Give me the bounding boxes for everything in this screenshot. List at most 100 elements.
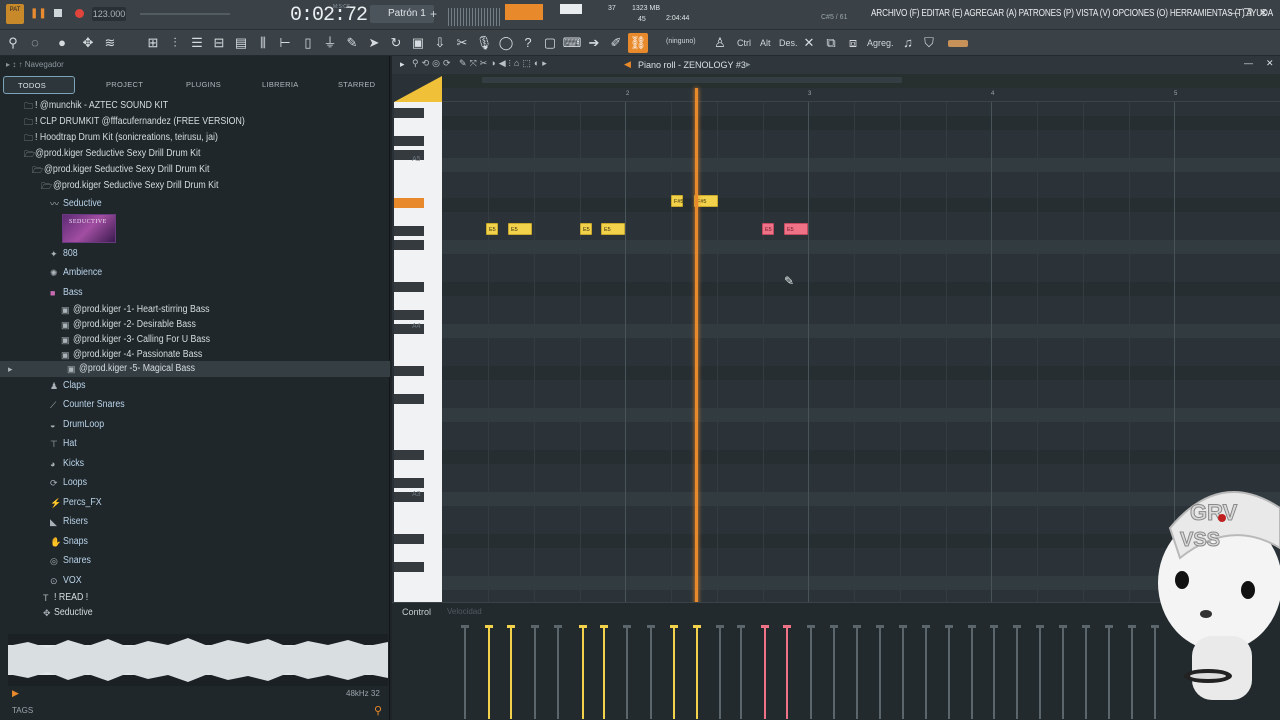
- pr-tools-icon[interactable]: ⚲⟲◎⟳ ✎⤧✂◑◀⫶⌂⬚◐▸: [412, 58, 550, 69]
- link-icon[interactable]: ⛓: [628, 33, 648, 53]
- tab-plugins[interactable]: PLUGINS: [172, 76, 232, 94]
- cart-icon[interactable]: ⛉: [919, 33, 939, 53]
- metronome-icon[interactable]: ♙: [710, 33, 730, 53]
- window-icon[interactable]: ▢: [540, 33, 560, 53]
- pr-arrow-icon[interactable]: ▸: [400, 59, 405, 70]
- next-icon[interactable]: ➔: [584, 33, 604, 53]
- note[interactable]: E5: [762, 223, 774, 235]
- timeline-ruler[interactable]: 2 3 4 5: [442, 88, 1280, 102]
- nav-arrows-icon[interactable]: ▸ ↕ ↑: [6, 60, 25, 69]
- folder-row[interactable]: 🗁 @prod.kiger Seductive Sexy Drill Drum K…: [0, 146, 390, 162]
- folder-row[interactable]: 🗀! @munchik - AZTEC SOUND KIT: [0, 98, 390, 114]
- alt-button[interactable]: Alt: [760, 38, 771, 48]
- folder-snares[interactable]: ◎ Snares: [0, 553, 390, 569]
- magnet-icon[interactable]: ⚲: [3, 33, 23, 53]
- piano-keyboard[interactable]: A5 A4 A3: [394, 102, 442, 650]
- refresh-icon[interactable]: ↻: [386, 33, 406, 53]
- sample-row-selected[interactable]: ▸ ▣ @prod.kiger -5- Magical Bass: [0, 361, 390, 377]
- pattern-selector[interactable]: Patrón 1: [370, 5, 434, 23]
- agreg-button[interactable]: Agreg.: [867, 38, 894, 48]
- piano-roll-icon[interactable]: ▤: [231, 33, 251, 53]
- mode-badge[interactable]: PAT: [6, 4, 24, 24]
- audio-icon[interactable]: ♫: [898, 33, 918, 53]
- tempo-display[interactable]: 123.000: [92, 7, 126, 21]
- note[interactable]: E5: [784, 223, 808, 235]
- velocity-bar[interactable]: [761, 625, 769, 719]
- cut-icon[interactable]: ✂: [452, 33, 472, 53]
- close-icon[interactable]: ✕: [1259, 8, 1267, 19]
- wave-icon[interactable]: ≋: [100, 33, 120, 53]
- save-icon[interactable]: ▣: [408, 33, 428, 53]
- note[interactable]: E5: [486, 223, 498, 235]
- preview-play-icon[interactable]: ▶: [12, 688, 19, 699]
- pr-close-icon[interactable]: ✕: [1266, 58, 1274, 69]
- brush-icon[interactable]: ✐: [606, 33, 626, 53]
- arrow-icon[interactable]: ➤: [364, 33, 384, 53]
- snap-label[interactable]: (ninguno): [666, 38, 696, 45]
- folder-seductive[interactable]: 〰 Seductive: [0, 196, 390, 212]
- folder-row[interactable]: 🗀! Hoodtrap Drum Kit (sonicreations, tei…: [0, 130, 390, 146]
- sample-waveform[interactable]: [8, 634, 388, 686]
- plugin-icon[interactable]: ⊞: [143, 33, 163, 53]
- velocity-bar[interactable]: [485, 625, 493, 719]
- sample-row[interactable]: ▣ @prod.kiger -3- Calling For U Bass: [0, 332, 390, 348]
- folder-row[interactable]: 🗁 @prod.kiger Seductive Sexy Drill Drum K…: [0, 178, 390, 194]
- tab-starred[interactable]: STARRED: [324, 76, 384, 94]
- tab-libreria[interactable]: LIBRERIA: [248, 76, 308, 94]
- time-display[interactable]: 0:02:72: [290, 4, 368, 27]
- folder-claps[interactable]: ♟ Claps: [0, 378, 390, 394]
- velocity-bar[interactable]: [783, 625, 791, 719]
- help-icon[interactable]: ?: [518, 33, 538, 53]
- browser-icon[interactable]: ⫼: [253, 33, 273, 53]
- folder-row[interactable]: 🗁 @prod.kiger Seductive Sexy Drill Drum K…: [0, 162, 390, 178]
- sample-row[interactable]: ▣ @prod.kiger -2- Desirable Bass: [0, 317, 390, 333]
- folder-loops[interactable]: ⟳ Loops: [0, 475, 390, 491]
- pr-menu-icon[interactable]: ▸: [746, 59, 751, 70]
- sample-row[interactable]: ▣ @prod.kiger -1- Heart-stirring Bass: [0, 302, 390, 318]
- folder-counter-snares[interactable]: ⟋ Counter Snares: [0, 397, 390, 413]
- keyboard-icon[interactable]: ⌨: [562, 33, 582, 53]
- velocity-label[interactable]: Velocidad: [447, 607, 482, 616]
- mic-icon[interactable]: 🎙: [474, 33, 494, 53]
- add-pattern-button[interactable]: +: [430, 7, 437, 21]
- skin-swatch[interactable]: [948, 40, 968, 47]
- master-volume-slider[interactable]: [140, 13, 230, 15]
- des-button[interactable]: Des.: [779, 38, 798, 48]
- velocity-bar[interactable]: [693, 625, 701, 719]
- pencil-icon[interactable]: ✎: [342, 33, 362, 53]
- pause-button[interactable]: ❚❚: [30, 8, 47, 19]
- folder-snaps[interactable]: ✋ Snaps: [0, 534, 390, 550]
- search-icon[interactable]: ⚲: [374, 704, 382, 717]
- folder-percs-fx[interactable]: ⚡ Percs_FX: [0, 495, 390, 511]
- stop-button[interactable]: [54, 9, 62, 17]
- folder-808[interactable]: ✦ 808: [0, 246, 390, 262]
- file-seductive[interactable]: ✥ Seductive: [0, 605, 390, 621]
- velocity-bar[interactable]: [507, 625, 515, 719]
- file-read[interactable]: T ! READ !: [0, 590, 390, 606]
- tab-project[interactable]: PROJECT: [92, 76, 152, 94]
- folder-ambience[interactable]: ✺ Ambience: [0, 265, 390, 281]
- knob-icon[interactable]: ●: [52, 33, 72, 53]
- move-icon[interactable]: ✥: [78, 33, 98, 53]
- folder-risers[interactable]: ◣ Risers: [0, 514, 390, 530]
- note[interactable]: E5: [508, 223, 532, 235]
- note[interactable]: F#5: [671, 195, 683, 207]
- playlist-icon[interactable]: ⊟: [209, 33, 229, 53]
- tree-icon[interactable]: ⊢: [275, 33, 295, 53]
- loop-icon[interactable]: ◌: [25, 33, 45, 53]
- paste-icon[interactable]: ⧈: [843, 33, 863, 53]
- note[interactable]: E5: [601, 223, 625, 235]
- pr-scroll-thumb[interactable]: [482, 77, 902, 83]
- folder-kicks[interactable]: ◕ Kicks: [0, 456, 390, 472]
- folder-bass[interactable]: ■ Bass: [0, 285, 390, 301]
- active-key[interactable]: [394, 198, 424, 208]
- export-icon[interactable]: ⇩: [430, 33, 450, 53]
- main-menu[interactable]: ARCHIVO (F) EDITAR (E) AGREGAR (A) PATRO…: [871, 8, 1273, 19]
- tab-todos[interactable]: TODOS: [3, 76, 75, 94]
- chat-icon[interactable]: ◯: [496, 33, 516, 53]
- minimize-icon[interactable]: —: [1229, 8, 1239, 19]
- tags-label[interactable]: TAGS: [12, 706, 33, 715]
- restore-icon[interactable]: ❐: [1243, 8, 1252, 19]
- mixer-icon[interactable]: ⫶: [165, 33, 185, 53]
- channel-rack-icon[interactable]: ☰: [187, 33, 207, 53]
